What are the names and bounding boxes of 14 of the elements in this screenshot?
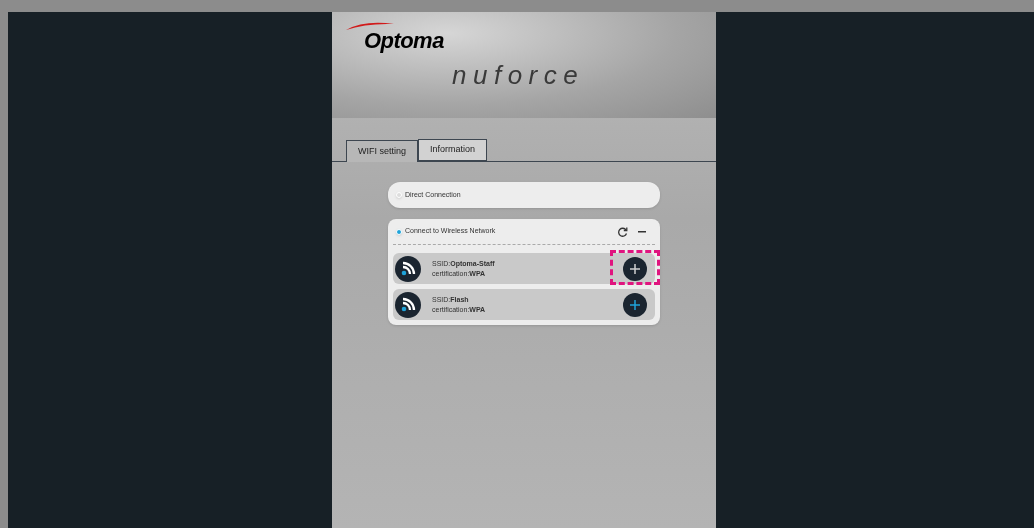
add-button[interactable]: [623, 256, 647, 281]
wifi-icon: [395, 291, 421, 318]
tab[interactable]: WIFI setting: [346, 140, 418, 162]
brand-logo: Optoma: [364, 27, 444, 55]
plus-icon: [630, 263, 640, 274]
add-button[interactable]: [623, 292, 647, 317]
refresh-icon[interactable]: [618, 226, 628, 237]
wifi-icon: [395, 255, 421, 282]
radio-button[interactable]: [396, 192, 402, 198]
tab[interactable]: Information: [418, 139, 488, 161]
radio-button[interactable]: [396, 228, 402, 235]
plus-icon: [630, 299, 640, 310]
product-logo: nuforce: [452, 59, 585, 92]
collapse-icon[interactable]: [638, 230, 646, 233]
